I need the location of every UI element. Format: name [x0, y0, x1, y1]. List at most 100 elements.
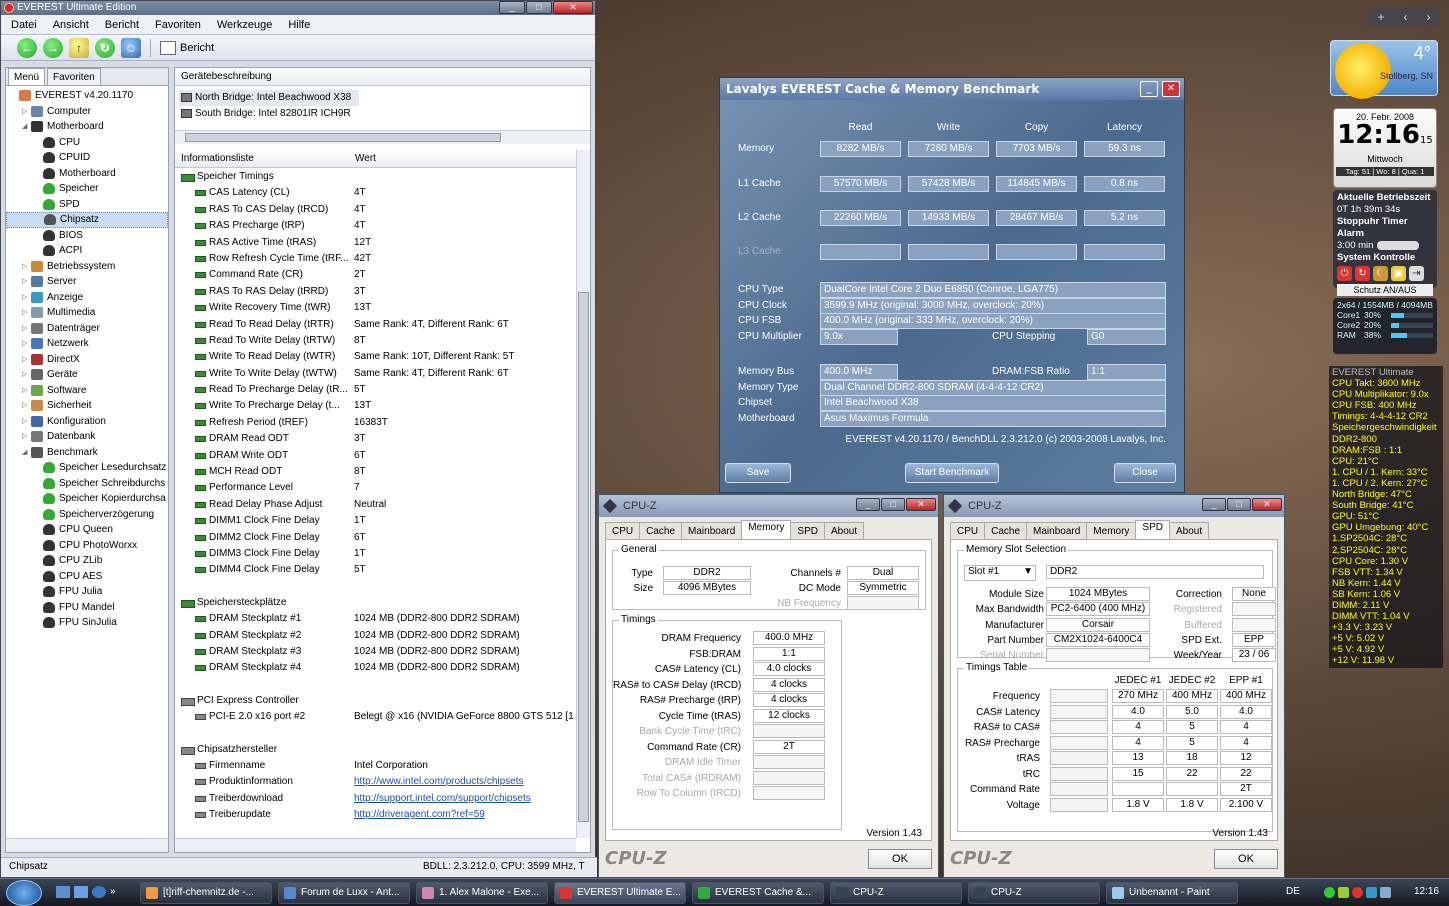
- benchmark-minimize-button[interactable]: _: [1140, 81, 1158, 97]
- tree-item[interactable]: Motherboard: [6, 166, 168, 182]
- tree-item[interactable]: ▷ Anzeige: [6, 290, 168, 306]
- bench-close-button[interactable]: Close: [1114, 463, 1176, 483]
- info-row[interactable]: Read To Precharge Delay (tR... 5T: [175, 382, 578, 398]
- bench-start-button[interactable]: Start Benchmark: [905, 463, 999, 483]
- info-row[interactable]: DRAM Steckplatz #4 1024 MB (DDR2-800 DDR2…: [175, 660, 578, 676]
- tree-item[interactable]: Speicher Kopierdurchsa: [6, 491, 168, 507]
- info-row[interactable]: MCH Read ODT 8T: [175, 464, 578, 480]
- cpuz-ok-button[interactable]: OK: [868, 849, 932, 869]
- info-row[interactable]: Refresh Period (tREF) 16383T: [175, 415, 578, 431]
- expander-icon[interactable]: ▷: [22, 414, 31, 430]
- taskbar-item[interactable]: EVEREST Cache &...: [692, 882, 824, 904]
- tree-item[interactable]: CPU ZLib: [6, 553, 168, 569]
- up-icon[interactable]: ↑: [69, 37, 89, 58]
- expander-icon[interactable]: ▷: [22, 383, 31, 399]
- quicklaunch-more-icon[interactable]: »: [110, 886, 116, 898]
- power-icon[interactable]: ⏻: [1337, 266, 1352, 281]
- report-button[interactable]: Bericht: [160, 40, 214, 55]
- tray-warning-icon[interactable]: [1352, 887, 1363, 898]
- cpuz-tab-about[interactable]: About: [1168, 522, 1210, 540]
- tree-item[interactable]: ▷ Betriebssystem: [6, 259, 168, 275]
- info-row[interactable]: Write To Precharge Delay (t... 13T: [175, 398, 578, 414]
- info-row[interactable]: Command Rate (CR) 2T: [175, 267, 578, 283]
- tree-item[interactable]: ▷ Geräte: [6, 367, 168, 383]
- menu-0[interactable]: Datei: [11, 15, 37, 34]
- slot-select[interactable]: Slot #1 ▼: [964, 565, 1036, 581]
- taskbar-item[interactable]: CPU-Z: [968, 882, 1100, 904]
- expander-icon[interactable]: ▷: [22, 367, 31, 383]
- info-row[interactable]: DRAM Write ODT 6T: [175, 448, 578, 464]
- info-row[interactable]: RAS To CAS Delay (tRCD) 4T: [175, 202, 578, 218]
- info-link[interactable]: http://support.intel.com/support/chipset…: [354, 791, 574, 807]
- info-row[interactable]: Read To Read Delay (tRTR) Same Rank: 4T, …: [175, 317, 578, 333]
- info-row[interactable]: DRAM Steckplatz #1 1024 MB (DDR2-800 DDR2…: [175, 611, 578, 627]
- info-row[interactable]: Produktinformation http://www.intel.com/p…: [175, 774, 578, 790]
- expander-icon[interactable]: ◢: [22, 119, 31, 135]
- info-row[interactable]: RAS Precharge (tRP) 4T: [175, 218, 578, 234]
- minimize-button[interactable]: _: [499, 1, 525, 14]
- col-info[interactable]: Informationsliste: [181, 150, 355, 167]
- info-row[interactable]: Read Delay Phase Adjust Neutral: [175, 497, 578, 513]
- taskbar-item[interactable]: EVEREST Ultimate E...: [554, 882, 686, 904]
- tree-item[interactable]: BIOS: [6, 228, 168, 244]
- refresh-icon[interactable]: ↻: [95, 37, 115, 58]
- taskbar-clock[interactable]: 12:16: [1414, 886, 1439, 897]
- add-gadget-icon[interactable]: +: [1377, 8, 1384, 26]
- tree-item[interactable]: FPU Julia: [6, 584, 168, 600]
- standby-icon[interactable]: ☾: [1373, 266, 1388, 281]
- lock-icon[interactable]: ▣: [1391, 266, 1406, 281]
- info-row[interactable]: RAS Active Time (tRAS) 12T: [175, 235, 578, 251]
- cpuz-tab-memory[interactable]: Memory: [1086, 522, 1137, 540]
- info-row[interactable]: CAS Latency (CL) 4T: [175, 185, 578, 201]
- tree-item[interactable]: ▷ Datenbank: [6, 429, 168, 445]
- expander-icon[interactable]: ▷: [22, 259, 31, 275]
- expander-icon[interactable]: ▷: [22, 321, 31, 337]
- tray-gadget-icon[interactable]: [1324, 887, 1335, 898]
- menu-4[interactable]: Werkzeuge: [217, 15, 272, 34]
- tree-item[interactable]: ▷ Sicherheit: [6, 398, 168, 414]
- tree-item[interactable]: CPUID: [6, 150, 168, 166]
- device-item[interactable]: South Bridge: Intel 82801IR ICH9R: [179, 106, 590, 122]
- info-row[interactable]: Treiberdownload http://support.intel.com/…: [175, 791, 578, 807]
- tree-item[interactable]: FPU Mandel: [6, 600, 168, 616]
- cpuz-tab-cpu[interactable]: CPU: [950, 522, 986, 540]
- tree-item[interactable]: ◢ Benchmark: [6, 445, 168, 461]
- cpuz-tab-cache[interactable]: Cache: [984, 522, 1028, 540]
- tree-item[interactable]: ◢ Motherboard: [6, 119, 168, 135]
- expander-icon[interactable]: ▷: [22, 398, 31, 414]
- menu-1[interactable]: Ansicht: [53, 15, 89, 34]
- tree-item[interactable]: CPU: [6, 135, 168, 151]
- taskbar-item[interactable]: Unbenannt - Paint: [1106, 882, 1238, 904]
- info-row[interactable]: Read To Write Delay (tRTW) 8T: [175, 333, 578, 349]
- switch-windows-icon[interactable]: [74, 886, 88, 898]
- tree-item[interactable]: ▷ Netzwerk: [6, 336, 168, 352]
- back-icon[interactable]: ←: [17, 37, 37, 58]
- restart-icon[interactable]: ↻: [1355, 266, 1370, 281]
- weather-gadget[interactable]: 4° Stollberg, SN: [1330, 40, 1438, 99]
- info-vscroll[interactable]: [576, 150, 590, 838]
- tree-item[interactable]: CPU PhotoWorxx: [6, 538, 168, 554]
- tree-tab-0[interactable]: Menü: [8, 68, 46, 85]
- tree-item[interactable]: Speicherverzögerung: [6, 507, 168, 523]
- tree-item[interactable]: ▷ Software: [6, 383, 168, 399]
- cpuz-tab-cache[interactable]: Cache: [639, 522, 683, 540]
- tree-item[interactable]: Speicher Schreibdurchs: [6, 476, 168, 492]
- info-link[interactable]: http://www.intel.com/products/chipsets: [354, 774, 574, 790]
- tree-item[interactable]: EVEREST v4.20.1170: [6, 88, 168, 104]
- cpuz-ok-button[interactable]: OK: [1214, 849, 1278, 869]
- tree-tab-1[interactable]: Favoriten: [47, 68, 101, 85]
- info-hscroll[interactable]: [175, 838, 576, 852]
- tree-item[interactable]: ▷ Datenträger: [6, 321, 168, 337]
- tray-volume-icon[interactable]: [1380, 887, 1391, 898]
- tree-item[interactable]: ▷ Server: [6, 274, 168, 290]
- tree-hscroll[interactable]: [6, 838, 168, 852]
- info-row[interactable]: Firmenname Intel Corporation: [175, 758, 578, 774]
- everest-titlebar[interactable]: EVEREST Ultimate Edition _ □ ✕: [1, 1, 595, 15]
- info-row[interactable]: PCI-E 2.0 x16 port #2 Belegt @ x16 (NVIDI…: [175, 709, 578, 725]
- taskbar-item[interactable]: 1. Alex Malone - Exe...: [416, 882, 548, 904]
- logoff-icon[interactable]: ⇥: [1409, 266, 1424, 281]
- info-row[interactable]: DIMM1 Clock Fine Delay 1T: [175, 513, 578, 529]
- cpuz-tab-mainboard[interactable]: Mainboard: [1026, 522, 1088, 540]
- tree-item[interactable]: Speicher: [6, 181, 168, 197]
- info-link[interactable]: http://driveragent.com?ref=59: [354, 807, 574, 823]
